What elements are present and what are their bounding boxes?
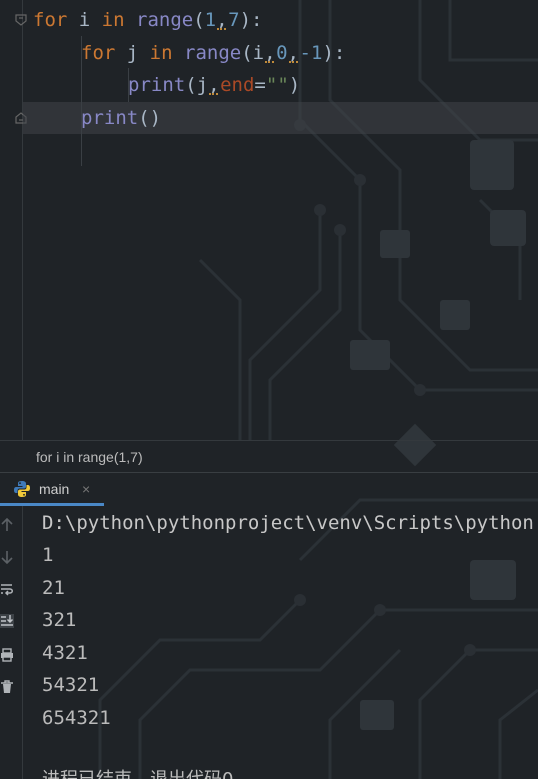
code-token: (i xyxy=(241,42,265,64)
console-output[interactable]: D:\python\pythonproject\venv\Scripts\pyt… xyxy=(42,506,538,779)
code-token: ): xyxy=(322,42,346,64)
code-token: 1 xyxy=(204,9,217,31)
code-line-2[interactable]: for j in range(i,0,-1): xyxy=(81,37,345,69)
console-command-line: D:\python\pythonproject\venv\Scripts\pyt… xyxy=(42,512,538,534)
code-token: = xyxy=(254,74,266,96)
process-exit-message: 进程已结束，退出代码0 xyxy=(42,765,233,779)
code-token-warning: , xyxy=(216,4,228,36)
console-output-line: 4321 xyxy=(42,642,88,664)
breadcrumb-item[interactable]: for i in range(1,7) xyxy=(36,449,143,465)
code-token: for xyxy=(81,42,116,64)
code-line-1[interactable]: for i in range(1,7): xyxy=(33,4,262,36)
scroll-to-end-icon[interactable] xyxy=(0,614,14,628)
console-output-line: 654321 xyxy=(42,707,111,729)
print-icon[interactable] xyxy=(0,648,14,662)
code-token: in xyxy=(101,9,125,31)
breadcrumb[interactable]: for i in range(1,7) xyxy=(0,440,538,472)
ide-window: for i in range(1,7): for j in range(i,0,… xyxy=(0,0,538,779)
run-tab-label: main xyxy=(39,481,70,497)
code-token-warning: , xyxy=(288,37,300,69)
console-output-line: 54321 xyxy=(42,674,100,696)
code-token: "" xyxy=(265,74,289,96)
code-token: ) xyxy=(288,74,301,96)
code-token: ( xyxy=(193,9,205,31)
close-tab-icon[interactable]: × xyxy=(82,473,90,505)
console-output-line: 1 xyxy=(42,544,54,566)
code-token: i xyxy=(67,9,102,31)
code-token: -1 xyxy=(299,42,323,64)
code-token: print xyxy=(81,107,139,129)
code-token-warning: , xyxy=(208,69,220,101)
console-output-line: 21 xyxy=(42,577,65,599)
run-tool-window-header: main × xyxy=(0,472,538,506)
arrow-up-icon[interactable] xyxy=(0,518,14,532)
python-icon xyxy=(14,481,30,497)
arrow-down-icon[interactable] xyxy=(0,550,14,564)
code-token: j xyxy=(115,42,150,64)
fold-open-icon[interactable] xyxy=(15,14,27,26)
code-token: () xyxy=(138,107,162,129)
code-line-3[interactable]: print(j,end="") xyxy=(128,69,300,101)
code-token: 7 xyxy=(228,9,240,31)
run-toolbar xyxy=(0,506,23,779)
code-token: (j xyxy=(185,74,209,96)
code-token: 0 xyxy=(276,42,288,64)
code-line-4[interactable]: print() xyxy=(81,102,161,134)
console-output-line: 321 xyxy=(42,609,77,631)
run-tab-main[interactable]: main × xyxy=(0,473,104,506)
trash-icon[interactable] xyxy=(0,680,14,694)
code-token: end xyxy=(220,74,255,96)
soft-wrap-icon[interactable] xyxy=(0,582,14,596)
code-token: ): xyxy=(239,9,263,31)
code-editor[interactable]: for i in range(1,7): for j in range(i,0,… xyxy=(0,0,538,440)
code-token: in xyxy=(149,42,173,64)
code-token-warning: , xyxy=(264,37,276,69)
code-token: range xyxy=(184,42,242,64)
code-token: range xyxy=(136,9,194,31)
code-token: for xyxy=(33,9,68,31)
editor-gutter xyxy=(0,0,23,440)
code-token: print xyxy=(128,74,186,96)
